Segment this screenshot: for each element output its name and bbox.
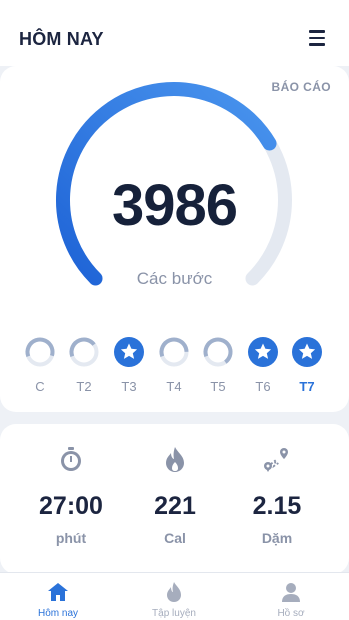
nav-profile[interactable]: Hồ sơ — [233, 581, 349, 619]
stat-distance: 2.15 Dặm — [222, 444, 332, 546]
home-icon — [48, 583, 68, 601]
day-t7[interactable]: T7 — [287, 336, 327, 402]
nav-workout[interactable]: Tập luyện — [116, 581, 232, 619]
stat-calories-value: 221 — [154, 492, 196, 520]
day-t4[interactable]: T4 — [154, 336, 194, 402]
week-progress: C T2 T3 T4 T5 T6 T7 — [0, 336, 349, 402]
day-t2[interactable]: T2 — [64, 336, 104, 402]
day-progress-ring — [24, 336, 56, 368]
day-complete-icon — [247, 336, 279, 368]
stat-time-unit: phút — [55, 530, 87, 546]
stat-calories: 221 Cal — [120, 444, 230, 546]
day-t6[interactable]: T6 — [243, 336, 283, 402]
route-icon — [264, 448, 288, 472]
nav-workout-label: Tập luyện — [152, 608, 196, 619]
day-t5[interactable]: T5 — [198, 336, 238, 402]
steps-count: 3986 — [111, 173, 238, 238]
day-label: T7 — [299, 379, 315, 394]
day-complete-icon — [291, 336, 323, 368]
stats-card: 27:00 phút 221 Cal 2.15 Dặm — [0, 424, 349, 574]
stat-calories-unit: Cal — [164, 530, 186, 546]
bottom-nav: Hôm nay Tập luyện Hồ sơ — [0, 572, 349, 620]
stat-distance-unit: Dặm — [261, 530, 293, 546]
header: HÔM NAY — [0, 0, 349, 66]
stat-time-value: 27:00 — [39, 492, 103, 520]
flame-icon — [167, 582, 181, 602]
day-progress-ring — [158, 336, 190, 368]
day-label: T5 — [210, 379, 226, 394]
nav-home-label: Hôm nay — [37, 608, 78, 619]
day-progress-ring — [202, 336, 234, 368]
day-progress-ring — [68, 336, 100, 368]
stat-time: 27:00 phút — [16, 444, 126, 546]
day-label: T2 — [76, 379, 92, 394]
day-complete-icon — [113, 336, 145, 368]
stat-distance-value: 2.15 — [252, 492, 302, 520]
flame-icon — [166, 447, 184, 472]
nav-home[interactable]: Hôm nay — [0, 581, 116, 619]
day-label: T4 — [166, 379, 182, 394]
nav-profile-label: Hồ sơ — [277, 608, 305, 619]
day-t3[interactable]: T3 — [109, 336, 149, 402]
day-label: T6 — [255, 379, 271, 394]
steps-label: Các bước — [136, 269, 213, 288]
stopwatch-icon — [61, 447, 81, 471]
hamburger-menu-icon[interactable] — [309, 30, 327, 46]
page-title: HÔM NAY — [19, 29, 104, 49]
day-label: C — [35, 379, 45, 394]
day-c[interactable]: C — [20, 336, 60, 402]
day-label: T3 — [121, 379, 137, 394]
user-icon — [282, 583, 300, 602]
